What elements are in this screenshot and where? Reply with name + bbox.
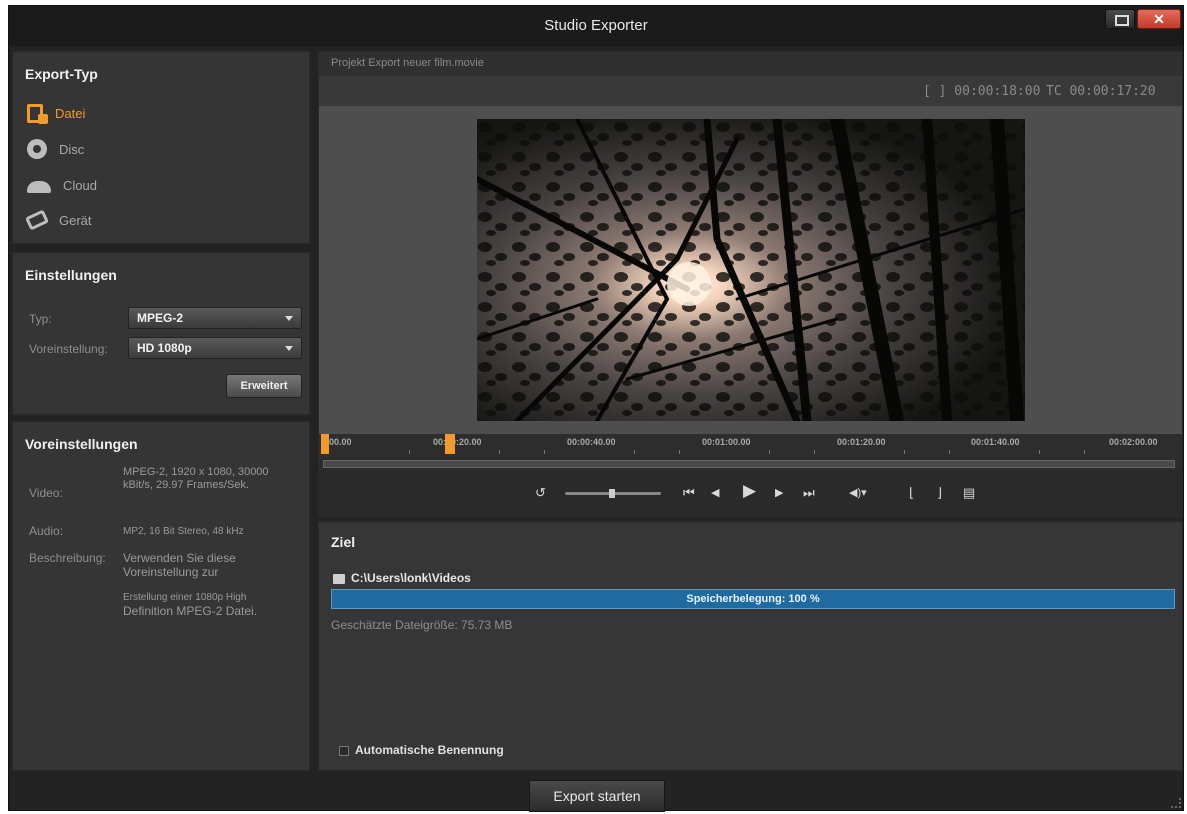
export-type-device-label: Gerät [59,212,92,228]
video-label: Video: [29,486,63,500]
preview-frame-image [477,119,1025,421]
export-type-device[interactable]: Gerät [24,209,92,231]
project-bar: Projekt Export neuer film.movie [319,52,1182,76]
preview-panel: Projekt Export neuer film.movie [ ] 00:0… [318,51,1183,518]
export-type-cloud-label: Cloud [63,177,97,193]
timeline-tick [409,450,410,454]
close-button[interactable]: ✕ [1137,9,1181,29]
audio-value: MP2, 16 Bit Stereo, 48 kHz [123,526,244,537]
timeline-label-5: 00:01:40.00 [971,437,1020,447]
timeline[interactable]: 00.00 00:00:20.00 00:00:40.00 00:01:00.0… [319,434,1182,470]
preset-label: Voreinstellung: [29,342,108,356]
loop-icon[interactable]: ↺ [535,485,546,501]
auto-rename-label[interactable]: Automatische Benennung [355,743,504,757]
video-preview [477,119,1025,421]
title-bar: Studio Exporter ✕ [9,6,1183,46]
export-type-disc[interactable]: Disc [27,138,84,160]
timeline-tick [814,450,815,454]
timeline-label-0: 00.00 [329,437,352,447]
type-label: Typ: [29,312,52,326]
timeline-scrollbar[interactable] [323,460,1175,468]
advanced-button[interactable]: Erweitert [226,374,302,398]
video-value: MPEG-2, 1920 x 1080, 30000 kBit/s, 29.97… [123,466,269,491]
timeline-tick [634,450,635,454]
file-icon [27,103,48,124]
timeline-tick [769,450,770,454]
storage-usage-bar: Speicherbelegung: 100 % [331,589,1175,609]
settings-panel: Einstellungen Typ: MPEG-2 Voreinstellung… [12,252,310,415]
duration-readout: [ ] 00:00:18:00 [923,84,1041,99]
device-icon [24,209,50,231]
description-label: Beschreibung: [29,551,106,565]
timeline-tick [499,450,500,454]
resize-grip[interactable] [1171,798,1181,808]
type-select[interactable]: MPEG-2 [128,307,302,329]
export-type-disc-label: Disc [59,141,85,157]
to-end-icon[interactable]: ⏭ [803,485,815,501]
cloud-icon [27,181,51,193]
timeline-tick [949,450,950,454]
timeline-label-3: 00:01:00.00 [702,437,751,447]
export-type-panel: Export-Typ Datei Disc Cloud Gerät [12,51,310,244]
timeline-tick [544,450,545,454]
timeline-label-1: 00:00:20.00 [433,437,482,447]
step-back-icon[interactable]: ◀ [711,485,719,501]
preset-select[interactable]: HD 1080p [128,337,302,359]
play-icon[interactable]: ▶ [743,482,756,499]
presets-title: Voreinstellungen [25,436,138,452]
timeline-start-marker[interactable] [321,434,329,454]
export-type-cloud[interactable]: Cloud [27,174,97,196]
timeline-tick [1039,450,1040,454]
timeline-label-6: 00:02:00.00 [1109,437,1158,447]
export-type-file[interactable]: Datei [27,102,85,124]
audio-label: Audio: [29,524,64,538]
transport-controls: ↺ ⏮ ◀ ▶ ▶ ⏭ ◀)▾ ⌊ ⌋ ▤ [319,470,1182,518]
to-start-icon[interactable]: ⏮ [683,485,695,501]
mark-in-icon[interactable]: ⌊ [909,485,914,501]
target-panel: Ziel C:\Users\lonk\Videos Speicherbelegu… [318,521,1183,771]
description-value-1: Verwenden Sie diese Voreinstellung zur [123,551,236,579]
disc-icon [27,139,47,159]
export-type-file-label: Datei [55,105,86,121]
estimated-file-size: Geschätzte Dateigröße: 75.73 MB [331,618,513,632]
folder-icon[interactable] [333,574,345,584]
timeline-tick [1084,450,1085,454]
export-type-title: Export-Typ [25,66,98,82]
storage-usage-label: Speicherbelegung: 100 % [686,593,820,605]
timeline-tick [679,450,680,454]
settings-title: Einstellungen [25,267,117,283]
export-start-button[interactable]: Export starten [529,780,665,812]
mark-out-icon[interactable]: ⌋ [937,485,942,501]
timeline-tick [904,450,905,454]
target-title: Ziel [331,534,356,550]
step-forward-icon[interactable]: ▶ [775,485,783,501]
jog-slider[interactable] [565,489,661,498]
timeline-label-2: 00:00:40.00 [567,437,616,447]
auto-rename-checkbox[interactable] [339,746,349,756]
volume-icon[interactable]: ◀)▾ [849,485,867,501]
playhead[interactable] [445,434,455,454]
studio-exporter-window: Studio Exporter ✕ Export-Typ Datei Disc … [8,5,1184,812]
timecode-readout: TC 00:00:17:20 [1046,84,1156,99]
project-title: Projekt Export neuer film.movie [331,57,484,69]
presets-panel: Voreinstellungen Video: MPEG-2, 1920 x 1… [12,421,310,771]
description-value-2: Erstellung einer 1080p High [123,592,247,603]
maximize-button[interactable] [1105,9,1135,29]
window-title: Studio Exporter [544,17,648,34]
description-value-3: Definition MPEG-2 Datei. [123,604,258,618]
folder-path[interactable]: C:\Users\lonk\Videos [351,571,471,585]
snapshot-icon[interactable]: ▤ [963,485,975,501]
timecode-bar: [ ] 00:00:18:00 TC 00:00:17:20 [319,76,1182,106]
timeline-label-4: 00:01:20.00 [837,437,886,447]
